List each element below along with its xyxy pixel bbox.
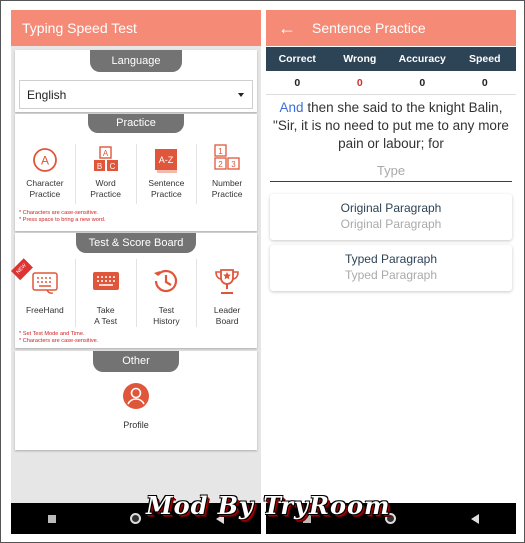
freehand-label: FreeHand <box>25 305 64 315</box>
leader-board-label-1: Leader <box>213 305 241 315</box>
sentence-rest: then she said to the knight Balin, "Sir,… <box>273 100 509 151</box>
profile-label: Profile <box>123 420 149 430</box>
number-practice-label-1: Number <box>212 178 243 188</box>
take-test-label-1: Take <box>96 305 115 315</box>
typed-paragraph-content: Typed Paragraph <box>344 268 438 282</box>
test-history-label-2: History <box>153 315 180 326</box>
take-test-label-2: A Test <box>94 315 118 326</box>
svg-text:A: A <box>102 149 108 158</box>
original-paragraph-content: Original Paragraph <box>340 217 442 231</box>
stat-value-accuracy: 0 <box>419 77 426 89</box>
stat-value-wrong: 0 <box>356 77 363 89</box>
number-blocks-icon: 1 23 <box>212 144 242 176</box>
test-history-label-1: Test <box>158 305 175 315</box>
sentence-practice-screen: ← Sentence Practice Correct Wrong Accura… <box>266 10 516 534</box>
practice-card: Practice A Character Practice ABC Word P… <box>15 114 257 231</box>
watermark-text: Mod By TryRoom <box>146 491 391 520</box>
number-practice-button[interactable]: 1 23 Number Practice <box>197 144 257 204</box>
book-az-icon: A-Z <box>152 144 180 176</box>
take-a-test-button[interactable]: Take A Test <box>76 259 137 327</box>
stat-header-wrong: Wrong <box>343 53 377 65</box>
practice-header: Practice <box>88 114 184 133</box>
language-value: English <box>27 87 67 102</box>
other-header: Other <box>93 351 179 372</box>
app-title: Typing Speed Test <box>22 20 137 36</box>
test-note-1: * Set Test Mode and Time. <box>19 331 85 337</box>
typed-paragraph-card[interactable]: Typed Paragraph Typed Paragraph <box>270 245 512 291</box>
svg-text:C: C <box>109 162 115 171</box>
profile-button[interactable]: Profile <box>108 381 164 430</box>
keyboard-hand-icon <box>29 259 61 303</box>
back-arrow-icon[interactable]: ← <box>278 18 312 39</box>
practice-notes: * Characters are case-sensitive. * Press… <box>19 210 105 224</box>
screen-title: Sentence Practice <box>312 20 426 36</box>
svg-text:1: 1 <box>218 147 223 156</box>
test-notes: * Set Test Mode and Time. * Characters a… <box>19 331 98 345</box>
practice-sentence: And then she said to the knight Balin, "… <box>272 99 510 153</box>
test-scoreboard-header: Test & Score Board <box>76 233 196 253</box>
typed-paragraph-title: Typed Paragraph <box>344 252 438 266</box>
language-header: Language <box>90 50 182 72</box>
other-card: Other Profile <box>15 351 257 450</box>
word-practice-label-2: Practice <box>90 188 121 199</box>
svg-text:2: 2 <box>218 160 223 169</box>
recents-icon[interactable] <box>48 514 57 523</box>
original-paragraph-title: Original Paragraph <box>340 201 442 215</box>
dropdown-arrow-icon <box>238 93 244 97</box>
practice-note-2: * Press space to bring a new word. <box>19 217 106 223</box>
language-dropdown[interactable]: English <box>19 80 253 109</box>
stats-header-row: Correct Wrong Accuracy Speed <box>266 47 516 71</box>
character-practice-label-2: Practice <box>29 188 61 199</box>
character-practice-button[interactable]: A Character Practice <box>15 144 76 204</box>
test-scoreboard-card: Test & Score Board FreeHand NEW Take A T… <box>11 233 257 348</box>
sentence-practice-label-2: Practice <box>151 188 182 199</box>
original-paragraph-card[interactable]: Original Paragraph Original Paragraph <box>270 194 512 240</box>
profile-icon <box>121 381 151 413</box>
screenshot-frame: Typing Speed Test Language English Pract… <box>0 0 525 543</box>
stats-values-row: 0 0 0 0 <box>266 71 516 95</box>
leader-board-button[interactable]: Leader Board <box>197 259 257 327</box>
test-note-2: * Characters are case-sensitive. <box>19 338 99 344</box>
sentence-practice-label-1: Sentence <box>148 178 185 188</box>
svg-text:3: 3 <box>231 160 236 169</box>
svg-text:A-Z: A-Z <box>159 155 174 165</box>
keyboard-icon <box>92 259 120 303</box>
character-practice-label-1: Character <box>26 178 64 188</box>
word-practice-label-1: Word <box>95 178 116 188</box>
language-card: Language English <box>15 50 257 112</box>
character-icon: A <box>32 144 58 176</box>
stat-value-correct: 0 <box>294 77 301 89</box>
word-practice-button[interactable]: ABC Word Practice <box>76 144 137 204</box>
svg-text:A: A <box>41 154 49 168</box>
home-screen: Typing Speed Test Language English Pract… <box>11 10 261 534</box>
svg-text:B: B <box>96 162 101 171</box>
history-icon <box>152 259 180 303</box>
leader-board-label-2: Board <box>215 315 239 326</box>
practice-note-1: * Characters are case-sensitive. <box>19 210 99 216</box>
app-bar: Typing Speed Test <box>11 10 261 46</box>
back-nav-icon[interactable] <box>470 513 479 524</box>
test-history-button[interactable]: Test History <box>137 259 198 327</box>
type-input[interactable] <box>270 160 512 182</box>
number-practice-label-2: Practice <box>211 188 243 199</box>
word-blocks-icon: ABC <box>91 144 121 176</box>
trophy-icon <box>213 259 241 303</box>
stat-value-speed: 0 <box>481 77 488 89</box>
stat-header-accuracy: Accuracy <box>398 53 446 65</box>
stat-header-correct: Correct <box>278 53 316 65</box>
app-bar: ← Sentence Practice <box>266 10 516 46</box>
sentence-practice-button[interactable]: A-Z Sentence Practice <box>137 144 198 204</box>
stat-header-speed: Speed <box>468 53 501 65</box>
home-icon[interactable] <box>130 513 142 524</box>
freehand-button[interactable]: FreeHand NEW <box>11 258 76 327</box>
current-word: And <box>279 100 304 115</box>
